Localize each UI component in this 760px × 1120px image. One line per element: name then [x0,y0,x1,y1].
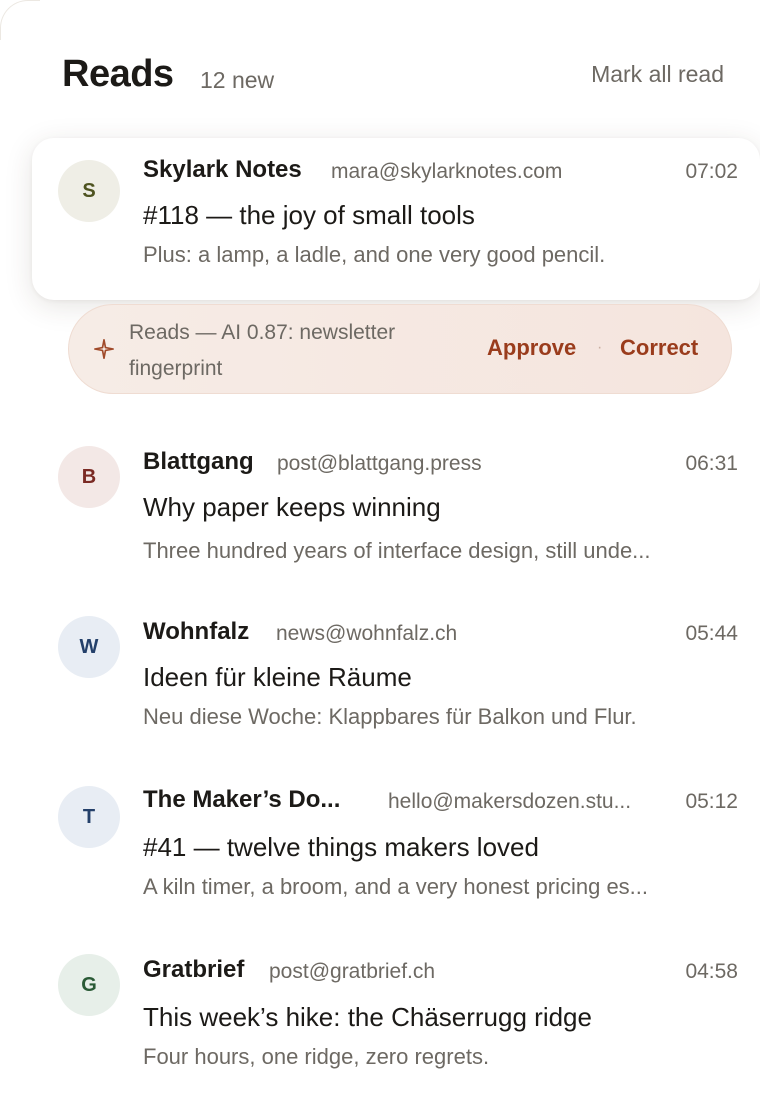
reads-panel: Reads 12 new Mark all read S Skylark Not… [0,0,760,1120]
avatar: B [58,446,120,508]
sender-email: news@wohnfalz.ch [276,622,458,645]
avatar: G [58,954,120,1016]
sender-name: Skylark Notes [143,156,302,183]
message-subject: #118 — the joy of small tools [143,200,475,230]
message-row-wohnfalz[interactable]: W Wohnfalz news@wohnfalz.ch 05:44 Ideen … [32,604,760,754]
sender-name: Gratbrief [143,956,245,983]
new-count: 12 new [200,67,275,93]
message-subject: Why paper keeps winning [143,492,441,522]
sender-email: post@blattgang.press [277,452,482,475]
message-preview: Three hundred years of interface design,… [143,538,651,563]
message-preview: Plus: a lamp, a ladle, and one very good… [143,242,606,267]
ai-suggestion-bar: Reads — AI 0.87: newsletter fingerprint … [68,304,732,394]
message-row-makers-dozen[interactable]: T The Maker’s Do... hello@makersdozen.st… [32,772,760,922]
message-preview: A kiln timer, a broom, and a very honest… [143,874,649,899]
panel-corner [0,0,40,40]
message-subject: Ideen für kleine Räume [143,662,412,692]
message-preview: Four hours, one ridge, zero regrets. [143,1044,490,1069]
message-time: 06:31 [685,452,738,475]
sender-name: Wohnfalz [143,618,250,645]
sparkle-icon [94,339,114,359]
sender-name: The Maker’s Do... [143,786,341,813]
message-row-blattgang[interactable]: B Blattgang post@blattgang.press 06:31 W… [32,434,760,584]
mark-all-read-button[interactable]: Mark all read [591,60,724,88]
sender-email: post@gratbrief.ch [269,960,436,983]
message-time: 07:02 [685,160,738,183]
sender-email: mara@skylarknotes.com [331,160,563,183]
message-subject: #41 — twelve things makers loved [143,832,539,862]
separator-dot: · [597,339,603,356]
message-row-skylark-notes[interactable]: S Skylark Notes mara@skylarknotes.com 07… [32,138,760,300]
header: Reads 12 new Mark all read [62,52,724,100]
message-row-gratbrief[interactable]: G Gratbrief post@gratbrief.ch 04:58 This… [32,942,760,1092]
message-time: 04:58 [685,960,738,983]
avatar: W [58,616,120,678]
sender-name: Blattgang [143,448,254,475]
page-title: Reads [62,53,174,95]
message-time: 05:12 [685,790,738,813]
correct-button[interactable]: Correct [620,332,698,364]
message-subject: This week’s hike: the Chäserrugg ridge [143,1002,592,1032]
avatar: S [58,160,120,222]
avatar: T [58,786,120,848]
message-preview: Neu diese Woche: Klappbares für Balkon u… [143,704,637,729]
sender-email: hello@makersdozen.stu... [388,790,632,813]
message-time: 05:44 [685,622,738,645]
ai-suggestion-text: Reads — AI 0.87: newsletter fingerprint [129,321,396,380]
approve-button[interactable]: Approve [487,332,576,364]
